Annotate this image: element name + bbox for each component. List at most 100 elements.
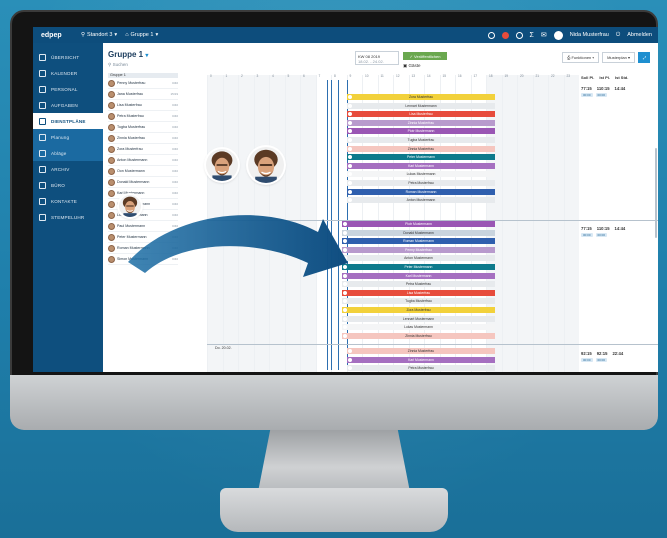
shift-bar[interactable]: Anton Mustermann bbox=[347, 197, 495, 204]
shift-bar[interactable]: Tugba Musterfrau bbox=[342, 298, 495, 305]
shift-bar[interactable]: Piotr Mustermann bbox=[347, 128, 495, 135]
avatar[interactable] bbox=[553, 30, 563, 40]
sidebar-item-archiv[interactable]: ARCHIV bbox=[33, 161, 103, 177]
shift-bar[interactable]: Lukas Mustermann bbox=[347, 171, 495, 178]
list-item[interactable]: Penny Musterfrau 0/40 bbox=[108, 78, 178, 89]
shift-bar[interactable]: Zinnia Musterfrau bbox=[347, 145, 495, 152]
list-item[interactable]: Jana Musterfrau 15/19 bbox=[108, 89, 178, 100]
stat-soll: 77:15 bbox=[581, 226, 592, 231]
sidebar-item-kontakte[interactable]: KONTAKTE bbox=[33, 193, 103, 209]
shift-bar[interactable]: Roman Mustermann bbox=[347, 188, 495, 195]
shift-bar[interactable]: Karl Mustermann bbox=[342, 272, 495, 279]
list-item[interactable]: Zinnia Musterfrau 0/40 bbox=[108, 133, 178, 144]
help-icon[interactable] bbox=[515, 31, 523, 39]
list-item[interactable]: Donald Mustermann 0/40 bbox=[108, 177, 178, 188]
shift-bar[interactable]: Anton Mustermann bbox=[342, 255, 495, 262]
list-item[interactable]: Simon Mustermann 0/40 bbox=[108, 254, 178, 265]
stats-values: 77:15 110:15 14:44 bbox=[581, 86, 656, 91]
shift-bar[interactable]: Lisa Musterfrau bbox=[342, 289, 495, 296]
shift-bar[interactable]: Zinnia Musterfrau bbox=[347, 348, 495, 354]
employee-name: Karl Mustermann bbox=[117, 191, 145, 195]
shift-bar[interactable]: Lisa Musterfrau bbox=[347, 111, 495, 118]
list-item[interactable]: Peter Mustermann 0/40 bbox=[108, 232, 178, 243]
list-item[interactable]: Tugba Musterfrau 0/40 bbox=[108, 122, 178, 133]
shift-bar[interactable]: Karl Mustermann bbox=[347, 162, 495, 169]
sidebar-item-kalender[interactable]: KALENDER bbox=[33, 65, 103, 81]
list-item[interactable]: Oon Mustermann 0/40 bbox=[108, 166, 178, 177]
monitor-chin bbox=[10, 375, 658, 430]
hour-label: 3 bbox=[256, 74, 259, 78]
expand-button[interactable]: ⤢ bbox=[638, 52, 650, 63]
list-item[interactable]: Paul Mustermann 0/40 bbox=[108, 221, 178, 232]
hour-label: 2 bbox=[241, 74, 243, 78]
list-item[interactable]: Roman Mustermann 0/40 bbox=[108, 243, 178, 254]
list-item[interactable]: Anton Mustermann 0/40 bbox=[108, 155, 178, 166]
list-item[interactable]: Karl Mustermann 0/40 bbox=[108, 188, 178, 199]
shift-bar[interactable]: Peter Mustermann bbox=[342, 264, 495, 270]
sidebar-item-büro[interactable]: BÜRO bbox=[33, 177, 103, 193]
search-input[interactable]: ⚲ Suchen bbox=[108, 62, 128, 68]
functions-dropdown[interactable]: ⎙ Funktionen ▾ bbox=[562, 52, 600, 63]
status-badge: 00:00 bbox=[581, 358, 593, 362]
shift-bar[interactable]: Tugba Musterfrau bbox=[347, 137, 495, 143]
list-item[interactable]: Petra Musterfrau 0/40 bbox=[108, 111, 178, 122]
shift-bar[interactable]: Petra Musterfrau bbox=[342, 281, 495, 288]
shift-bar[interactable]: Lennart Mustermann bbox=[342, 315, 495, 322]
sidebar-item-übersicht[interactable]: ÜBERSICHT bbox=[33, 49, 103, 65]
shift-bar[interactable]: Penny Musterfrau bbox=[342, 246, 495, 253]
shift-bar[interactable]: Peter Mustermann bbox=[347, 154, 495, 161]
avatar-face-1 bbox=[119, 195, 141, 217]
hour-label: 17 bbox=[473, 74, 478, 78]
location-icon: ⚲ bbox=[81, 32, 86, 38]
shift-bar[interactable]: Zinnia Musterfrau bbox=[342, 332, 495, 339]
sidebar-item-planung[interactable]: Planung bbox=[33, 129, 103, 145]
template-dropdown[interactable]: Musterplan ▾ bbox=[602, 52, 635, 63]
shift-bar[interactable]: Petra Musterfrau bbox=[347, 365, 495, 372]
shift-type-icon bbox=[343, 256, 347, 261]
employee-name: Peter Mustermann bbox=[117, 235, 147, 239]
publish-button[interactable]: ✓ Veröffentlichen bbox=[403, 52, 447, 60]
shift-type-icon bbox=[343, 308, 347, 312]
user-name[interactable]: Nida Musterfrau bbox=[570, 32, 609, 38]
shift-bar[interactable]: Zora Musterfrau bbox=[342, 307, 495, 313]
shift-type-icon bbox=[343, 273, 347, 278]
avatar bbox=[108, 178, 115, 186]
sum-icon[interactable]: Σ bbox=[530, 32, 534, 39]
shift-bar[interactable]: Lukas Mustermann bbox=[342, 324, 495, 331]
scrollbar[interactable] bbox=[655, 148, 657, 238]
shift-bar[interactable]: Donald Mustermann bbox=[342, 229, 495, 236]
week-selector[interactable]: KW 08 2019 18.02. - 24.02. bbox=[355, 51, 399, 65]
group-selector[interactable]: ⌂ Gruppe 1 ▾ bbox=[125, 32, 158, 38]
sidebar-item-personal[interactable]: PERSONAL bbox=[33, 81, 103, 97]
list-item[interactable]: Lisa Musterfrau 0/40 bbox=[108, 100, 178, 111]
logout-icon[interactable]: ⏻ bbox=[616, 32, 620, 39]
shift-bar[interactable]: Zinnia Musterfrau bbox=[347, 119, 495, 126]
guests-toggle[interactable]: ▣ Gäste bbox=[403, 63, 421, 69]
mail-icon[interactable]: ✉ bbox=[541, 31, 547, 39]
sidebar-item-label: Planung bbox=[51, 134, 70, 140]
sidebar-item-aufgaben[interactable]: AUFGABEN bbox=[33, 97, 103, 113]
shift-label: Karl Mustermann bbox=[408, 357, 434, 362]
notification-icon[interactable] bbox=[487, 31, 495, 39]
logout-link[interactable]: Abmelden bbox=[627, 32, 652, 38]
chevron-down-icon[interactable]: ▾ bbox=[145, 53, 148, 59]
sidebar-item-abläge[interactable]: Abläge bbox=[33, 145, 103, 161]
list-item[interactable]: Zora Musterfrau 0/40 bbox=[108, 144, 178, 155]
shift-bar[interactable]: Zora Musterfrau bbox=[347, 94, 495, 100]
view-controls: ⎙ Funktionen ▾ Musterplan ▾ ⤢ bbox=[562, 52, 650, 63]
location-selector[interactable]: ⚲ Standort 3 ▾ bbox=[81, 32, 117, 38]
shift-bar[interactable]: Karl Mustermann bbox=[347, 356, 495, 363]
sidebar-item-stempeluhr[interactable]: STEMPELUHR bbox=[33, 209, 103, 225]
shift-type-icon bbox=[348, 129, 352, 134]
shift-type-icon bbox=[343, 230, 347, 235]
shift-bar[interactable]: Roman Mustermann bbox=[342, 238, 495, 245]
hour-gridline bbox=[269, 75, 270, 372]
shift-bar[interactable]: Lennart Mustermann bbox=[347, 102, 495, 109]
shift-bar[interactable]: Petra Musterfrau bbox=[347, 180, 495, 186]
shift-bar[interactable]: Piotr Mustermann bbox=[342, 221, 495, 227]
sidebar-item-dienstpläne[interactable]: DIENSTPLÄNE bbox=[33, 113, 103, 129]
alert-icon[interactable] bbox=[501, 31, 509, 39]
list-item[interactable]: Lukas Mustermann 0/40 bbox=[108, 210, 178, 221]
shift-label: Peter Mustermann bbox=[404, 265, 433, 269]
app-logo[interactable]: edpep bbox=[33, 32, 73, 39]
